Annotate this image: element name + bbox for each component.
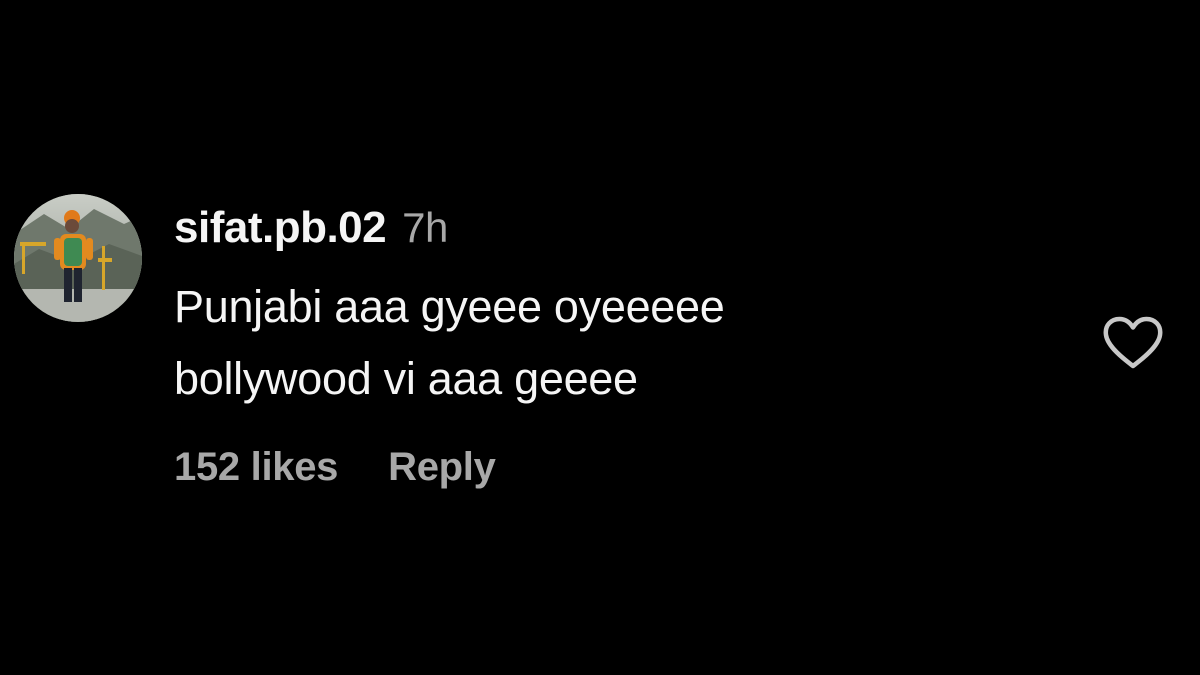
comment-text: Punjabi aaa gyeee oyeeeee bollywood vi a… bbox=[174, 271, 1054, 415]
avatar[interactable] bbox=[14, 194, 142, 322]
comment-text-line: bollywood vi aaa geeee bbox=[174, 353, 638, 404]
avatar-photo bbox=[14, 194, 142, 322]
comment-item: sifat.pb.02 7h Punjabi aaa gyeee oyeeeee… bbox=[0, 0, 1200, 675]
comment-header: sifat.pb.02 7h bbox=[174, 203, 1054, 265]
likes-count-button[interactable]: 152 likes bbox=[174, 445, 338, 490]
reply-button[interactable]: Reply bbox=[388, 445, 496, 490]
comment-timestamp[interactable]: 7h bbox=[402, 204, 448, 252]
heart-outline-icon bbox=[1103, 316, 1163, 369]
comment-actions: 152 likes Reply bbox=[174, 445, 1054, 490]
comment-body: sifat.pb.02 7h Punjabi aaa gyeee oyeeeee… bbox=[174, 203, 1054, 490]
like-button[interactable] bbox=[1100, 313, 1166, 373]
comment-text-line: Punjabi aaa gyeee oyeeeee bbox=[174, 281, 725, 332]
username-link[interactable]: sifat.pb.02 bbox=[174, 203, 387, 253]
